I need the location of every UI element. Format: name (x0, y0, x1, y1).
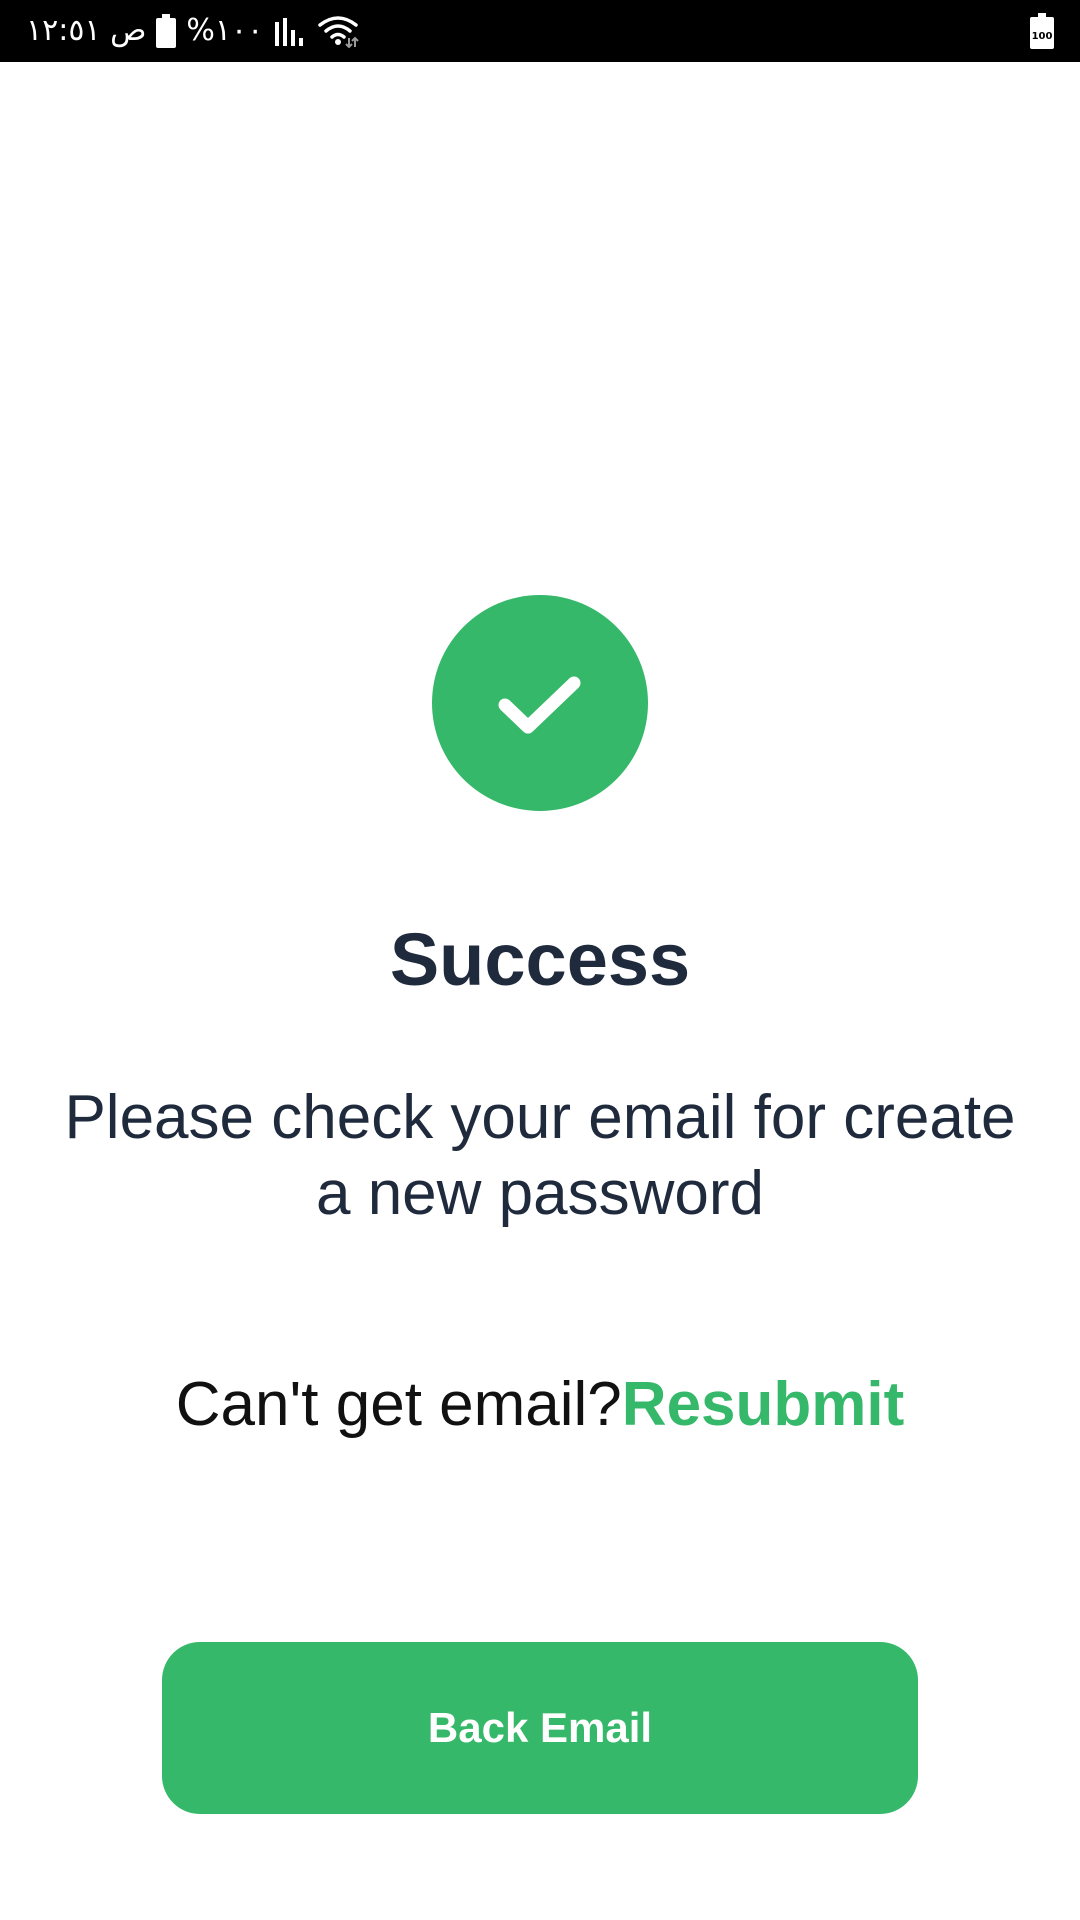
wifi-icon (317, 12, 359, 50)
status-bar: ص ١٢:٥١ %١٠٠ 100 (0, 0, 1080, 62)
page-title: Success (389, 918, 691, 1001)
resubmit-link[interactable]: Resubmit (622, 1370, 904, 1439)
battery-label: 100 (1032, 31, 1053, 42)
resend-prompt: Can't get email? (175, 1370, 622, 1439)
checkmark-icon (498, 676, 581, 734)
status-battery-percent: %١٠٠ (186, 13, 264, 48)
status-left-group: ص ١٢:٥١ %١٠٠ (26, 12, 359, 50)
status-time: ص ١٢:٥١ (26, 13, 147, 48)
signal-icon (273, 12, 307, 50)
battery-icon (156, 12, 177, 50)
success-message: Please check your email for create a new… (64, 1083, 1016, 1228)
battery-icon: 100 (1030, 12, 1054, 50)
back-email-button[interactable]: Back Email (162, 1642, 918, 1814)
resend-row: Can't get email?Resubmit (0, 1362, 1080, 1448)
check-circle-icon (432, 595, 648, 811)
status-right-group: 100 (1030, 12, 1054, 50)
